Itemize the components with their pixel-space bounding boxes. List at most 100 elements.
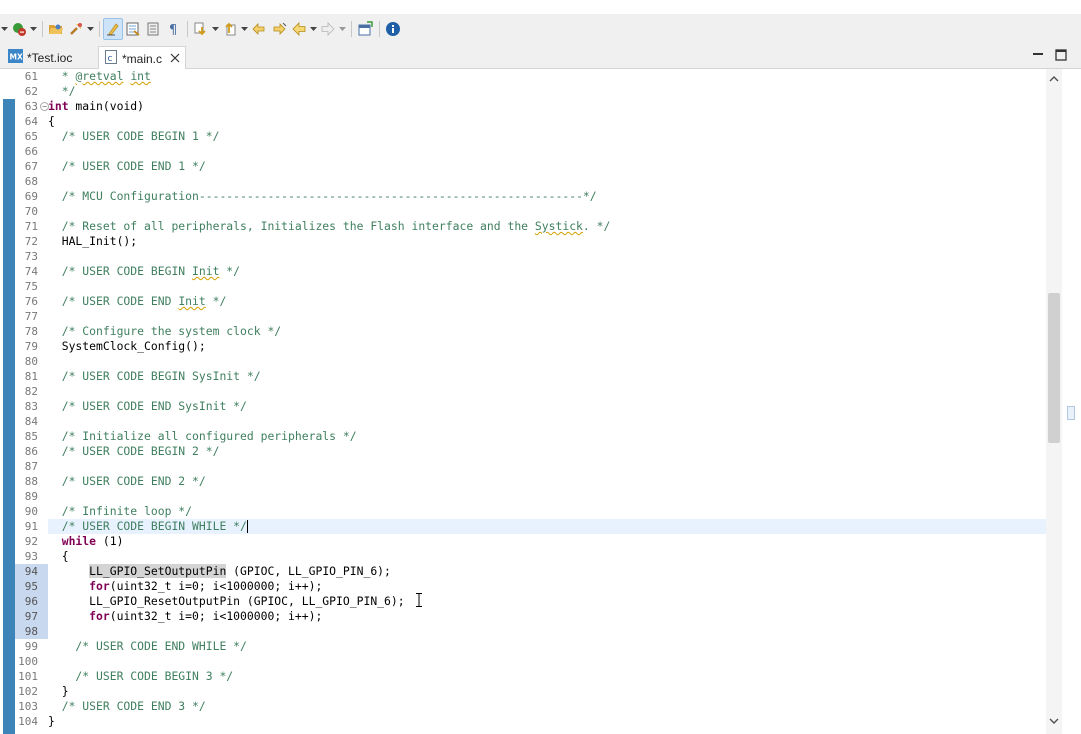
line-number: 92 [24, 535, 38, 548]
code-line[interactable]: HAL_Init(); [48, 234, 1046, 249]
code-line[interactable]: /* USER CODE BEGIN 1 */ [48, 129, 1046, 144]
code-line[interactable] [48, 384, 1046, 399]
code-line[interactable]: } [48, 714, 1046, 729]
previous-annotation-icon[interactable] [220, 18, 240, 40]
line-number: 71 [24, 220, 38, 233]
line-number: 104 [18, 715, 38, 728]
toggle-mark-occurrences-icon[interactable] [103, 18, 123, 40]
line-number: 77 [24, 310, 38, 323]
last-edit-location-icon[interactable] [249, 18, 269, 40]
code-line[interactable]: for(uint32_t i=0; i<1000000; i++); [48, 579, 1046, 594]
code-line[interactable] [48, 309, 1046, 324]
line-number: 75 [24, 280, 38, 293]
code-line[interactable]: /* USER CODE BEGIN SysInit */ [48, 369, 1046, 384]
line-number-gutter: 61 62 63−64 65 66 67 68 69 70 71 72 73 74 75 76 77 78 79 8… [15, 69, 49, 729]
show-whitespace-icon[interactable] [143, 18, 163, 40]
code-line[interactable]: /* Infinite loop */ [48, 504, 1046, 519]
next-edit-icon[interactable] [269, 18, 289, 40]
code-line[interactable]: /* USER CODE END 3 */ [48, 699, 1046, 714]
info-icon[interactable] [383, 18, 403, 40]
tab-test-ioc[interactable]: MX *Test.ioc [2, 46, 92, 69]
back-icon[interactable] [289, 18, 309, 40]
code-line[interactable]: } [48, 684, 1046, 699]
line-number: 96 [15, 594, 48, 609]
toolbar-separator [375, 18, 383, 40]
line-number: 90 [24, 505, 38, 518]
toolbar-separator [183, 18, 191, 40]
code-line[interactable]: /* USER CODE END 1 */ [48, 159, 1046, 174]
previous-annotation-dropdown-icon[interactable] [240, 18, 249, 40]
forward-dropdown-icon[interactable] [338, 18, 347, 40]
code-line[interactable]: * @retval int [48, 69, 1046, 84]
code-line[interactable]: /* USER CODE END 2 */ [48, 474, 1046, 489]
code-line[interactable]: { [48, 549, 1046, 564]
line-number: 82 [24, 385, 38, 398]
code-line[interactable]: SystemClock_Config(); [48, 339, 1046, 354]
back-dropdown-icon[interactable] [309, 18, 318, 40]
toolbar-separator [347, 18, 355, 40]
top-strip [0, 0, 1081, 14]
debug-run-dropdown-icon[interactable] [29, 18, 38, 40]
code-line[interactable]: /* USER CODE END SysInit */ [48, 399, 1046, 414]
build-tool-icon[interactable] [66, 18, 86, 40]
code-line[interactable] [48, 144, 1046, 159]
line-number: 87 [24, 460, 38, 473]
code-line[interactable]: /* USER CODE BEGIN 2 */ [48, 444, 1046, 459]
code-editor[interactable]: 61 62 63−64 65 66 67 68 69 70 71 72 73 74 75 76 77 78 79 8… [0, 69, 1046, 734]
open-perspective-icon[interactable] [355, 18, 375, 40]
build-tool-dropdown-icon[interactable] [86, 18, 95, 40]
code-line[interactable] [48, 174, 1046, 189]
dropdown-arrow-icon[interactable] [0, 18, 9, 40]
code-line[interactable]: /* USER CODE BEGIN Init */ [48, 264, 1046, 279]
code-line[interactable] [48, 654, 1046, 669]
code-line[interactable]: /* USER CODE BEGIN 3 */ [48, 669, 1046, 684]
tab-main-c[interactable]: c *main.c [98, 46, 186, 70]
open-folder-icon[interactable] [46, 18, 66, 40]
debug-run-icon[interactable] [9, 18, 29, 40]
code-line[interactable]: { [48, 114, 1046, 129]
close-tab-icon[interactable] [170, 51, 180, 66]
forward-icon[interactable] [318, 18, 338, 40]
minimize-icon[interactable] [1031, 48, 1045, 62]
change-ruler [3, 99, 15, 734]
code-line[interactable] [48, 624, 1046, 639]
line-number: 72 [24, 235, 38, 248]
code-line[interactable] [48, 489, 1046, 504]
code-line[interactable] [48, 204, 1046, 219]
line-number: 79 [24, 340, 38, 353]
code-line[interactable]: int main(void) [48, 99, 1046, 114]
line-number: 101 [18, 670, 38, 683]
code-line[interactable]: /* Reset of all peripherals, Initializes… [48, 219, 1046, 234]
maximize-icon[interactable] [1054, 48, 1068, 62]
code-line[interactable]: /* Configure the system clock */ [48, 324, 1046, 339]
pilcrow-icon[interactable]: ¶ [163, 18, 183, 40]
code-line[interactable]: */ [48, 84, 1046, 99]
code-line[interactable]: for(uint32_t i=0; i<1000000; i++); [48, 609, 1046, 624]
code-line[interactable] [48, 354, 1046, 369]
scroll-down-icon[interactable] [1046, 713, 1062, 729]
next-annotation-dropdown-icon[interactable] [211, 18, 220, 40]
code-line[interactable]: LL_GPIO_ResetOutputPin (GPIOC, LL_GPIO_P… [48, 594, 1046, 609]
code-lines[interactable]: * @retval int */int main(void){ /* USER … [48, 69, 1046, 729]
scroll-up-icon[interactable] [1046, 71, 1062, 87]
overview-marker[interactable] [1067, 406, 1075, 420]
code-line[interactable]: /* Initialize all configured peripherals… [48, 429, 1046, 444]
code-line[interactable]: /* USER CODE END WHILE */ [48, 639, 1046, 654]
code-line[interactable] [48, 249, 1046, 264]
line-number: 86 [24, 445, 38, 458]
code-line[interactable]: LL_GPIO_SetOutputPin (GPIOC, LL_GPIO_PIN… [48, 564, 1046, 579]
line-number: 99 [24, 640, 38, 653]
next-annotation-icon[interactable] [191, 18, 211, 40]
code-line[interactable] [48, 279, 1046, 294]
code-line[interactable]: /* USER CODE BEGIN WHILE */ [48, 519, 1046, 534]
line-number: 66 [24, 145, 38, 158]
vertical-scrollbar[interactable] [1046, 69, 1062, 734]
code-line[interactable]: while (1) [48, 534, 1046, 549]
code-line[interactable]: /* USER CODE END Init */ [48, 294, 1046, 309]
toggle-block-selection-icon[interactable] [123, 18, 143, 40]
line-number: 65 [24, 130, 38, 143]
code-line[interactable]: /* MCU Configuration--------------------… [48, 189, 1046, 204]
scrollbar-thumb[interactable] [1048, 293, 1060, 443]
code-line[interactable] [48, 414, 1046, 429]
code-line[interactable] [48, 459, 1046, 474]
